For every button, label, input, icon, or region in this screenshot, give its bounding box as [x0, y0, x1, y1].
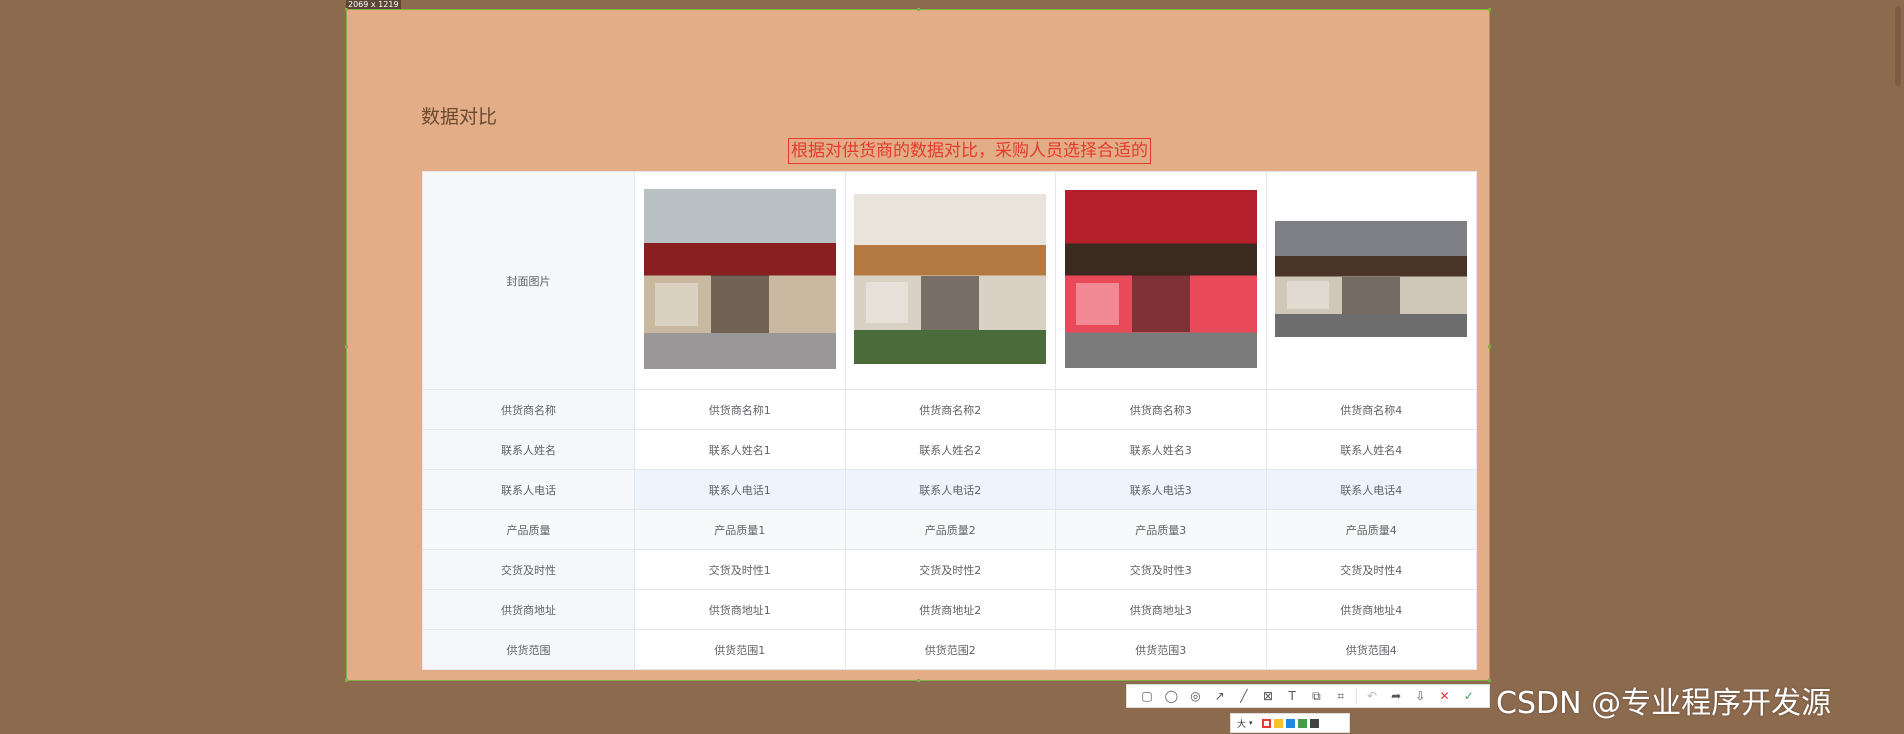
pen-icon[interactable]: ╱ — [1235, 689, 1253, 703]
color-swatch[interactable] — [1285, 718, 1295, 728]
row-label: 联系人电话 — [422, 469, 635, 510]
ellipse-icon[interactable]: ◯ — [1162, 689, 1180, 703]
table-row: 供货商地址 供货商地址1 供货商地址2 供货商地址3 供货商地址4 — [422, 589, 1477, 630]
toolbar-divider — [1355, 689, 1357, 703]
text-icon[interactable]: T — [1283, 689, 1301, 703]
table-cell: 供货范围1 — [634, 629, 846, 670]
table-cell: 产品质量1 — [634, 509, 846, 550]
chevron-down-icon: ▾ — [1249, 719, 1253, 727]
table-cell: 联系人电话4 — [1265, 469, 1477, 510]
table-cell: 供货商地址1 — [634, 589, 846, 630]
table-cell: 联系人姓名4 — [1265, 429, 1477, 470]
table-cell: 联系人姓名3 — [1055, 429, 1267, 470]
screenshot-toolbar: ▢ ◯ ◎ ↗ ╱ ⊠ T ⧉ ⌗ ↶ ➦ ⇩ ✕ ✓ — [1126, 684, 1490, 708]
row-label: 供货商地址 — [422, 589, 635, 630]
table-cell: 供货商名称1 — [634, 389, 846, 430]
cover-image-cell — [1265, 171, 1477, 390]
table-cell: 交货及时性4 — [1265, 549, 1477, 590]
table-cell: 供货范围2 — [844, 629, 1056, 670]
cover-image[interactable] — [1064, 190, 1257, 368]
resize-handle[interactable] — [1488, 8, 1491, 11]
sticker-icon[interactable]: ⧉ — [1307, 689, 1325, 704]
table-cell: 交货及时性2 — [844, 549, 1056, 590]
share-icon[interactable]: ➦ — [1387, 689, 1405, 703]
table-cell: 联系人电话2 — [844, 469, 1056, 510]
cover-image[interactable] — [854, 194, 1047, 364]
table-cell: 供货商地址3 — [1055, 589, 1267, 630]
table-cell: 供货商名称3 — [1055, 389, 1267, 430]
page-title: 数据对比 — [421, 106, 498, 128]
resize-handle[interactable] — [345, 345, 348, 348]
watermark: CSDN @专业程序开发源 — [1496, 686, 1832, 721]
undo-icon[interactable]: ↶ — [1363, 689, 1381, 703]
table-cell: 供货商名称4 — [1265, 389, 1477, 430]
rectangle-icon[interactable]: ▢ — [1138, 689, 1156, 703]
mosaic-icon[interactable]: ◎ — [1186, 689, 1204, 703]
arrow-icon[interactable]: ↗ — [1211, 689, 1229, 703]
size-selector[interactable]: 大 — [1237, 717, 1246, 730]
row-label: 供货范围 — [422, 629, 635, 670]
table-cell: 联系人电话3 — [1055, 469, 1267, 510]
table-cell: 产品质量2 — [844, 509, 1056, 550]
color-swatch[interactable] — [1309, 718, 1319, 728]
row-label: 联系人姓名 — [422, 429, 635, 470]
row-label: 产品质量 — [422, 509, 635, 550]
resize-handle[interactable] — [1488, 345, 1491, 348]
table-cell: 供货商地址2 — [844, 589, 1056, 630]
table-cell: 供货范围4 — [1265, 629, 1477, 670]
table-cell: 产品质量3 — [1055, 509, 1267, 550]
resize-handle[interactable] — [345, 679, 348, 682]
table-cell: 联系人姓名2 — [844, 429, 1056, 470]
resize-handle[interactable] — [1488, 679, 1491, 682]
confirm-icon[interactable]: ✓ — [1460, 689, 1478, 703]
annotation-text[interactable]: 根据对供货商的数据对比，采购人员选择合适的 — [788, 138, 1151, 164]
table-cell: 交货及时性3 — [1055, 549, 1267, 590]
cover-image[interactable] — [1275, 221, 1468, 337]
row-label: 供货商名称 — [422, 389, 635, 430]
color-palette: 大 ▾ — [1230, 713, 1350, 733]
resize-handle[interactable] — [917, 8, 920, 11]
table-cell: 交货及时性1 — [634, 549, 846, 590]
table-cell: 联系人电话1 — [634, 469, 846, 510]
table-cell: 联系人姓名1 — [634, 429, 846, 470]
close-icon[interactable]: ✕ — [1436, 689, 1454, 703]
table-row: 封面图片 — [422, 171, 1477, 390]
table-row: 联系人姓名 联系人姓名1 联系人姓名2 联系人姓名3 联系人姓名4 — [422, 429, 1477, 470]
cover-image-cell — [634, 171, 846, 390]
ocr-icon[interactable]: ⌗ — [1332, 689, 1350, 704]
cover-image-cell — [1055, 171, 1267, 390]
table-row: 联系人电话 联系人电话1 联系人电话2 联系人电话3 联系人电话4 — [422, 469, 1477, 510]
comparison-table: 封面图片 供货商名称 供货商名称1 供货商名称2 供货商名称3 供货商名称4 联系人姓名联… — [422, 171, 1477, 670]
color-swatch[interactable] — [1273, 718, 1283, 728]
resize-handle[interactable] — [917, 679, 920, 682]
table-cell: 供货商名称2 — [844, 389, 1056, 430]
table-row: 产品质量 产品质量1 产品质量2 产品质量3 产品质量4 — [422, 509, 1477, 550]
blur-icon[interactable]: ⊠ — [1259, 689, 1277, 703]
color-swatch[interactable] — [1297, 718, 1307, 728]
table-cell: 供货商地址4 — [1265, 589, 1477, 630]
cover-image-cell — [844, 171, 1056, 390]
cover-image[interactable] — [643, 189, 836, 369]
table-row: 供货范围 供货范围1 供货范围2 供货范围3 供货范围4 — [422, 629, 1477, 670]
row-label: 交货及时性 — [422, 549, 635, 590]
table-row: 供货商名称 供货商名称1 供货商名称2 供货商名称3 供货商名称4 — [422, 389, 1477, 430]
save-icon[interactable]: ⇩ — [1411, 689, 1429, 703]
row-label: 封面图片 — [422, 171, 635, 390]
capture-size-label: 2069 x 1219 — [346, 0, 401, 9]
capture-region[interactable]: 数据对比 根据对供货商的数据对比，采购人员选择合适的 封面图片 供货商名称 供货商… — [345, 8, 1491, 682]
table-cell: 供货范围3 — [1055, 629, 1267, 670]
resize-handle[interactable] — [345, 8, 348, 11]
color-swatch[interactable] — [1261, 718, 1271, 728]
scrollbar[interactable] — [1894, 0, 1902, 734]
table-cell: 产品质量4 — [1265, 509, 1477, 550]
table-row: 交货及时性 交货及时性1 交货及时性2 交货及时性3 交货及时性4 — [422, 549, 1477, 590]
